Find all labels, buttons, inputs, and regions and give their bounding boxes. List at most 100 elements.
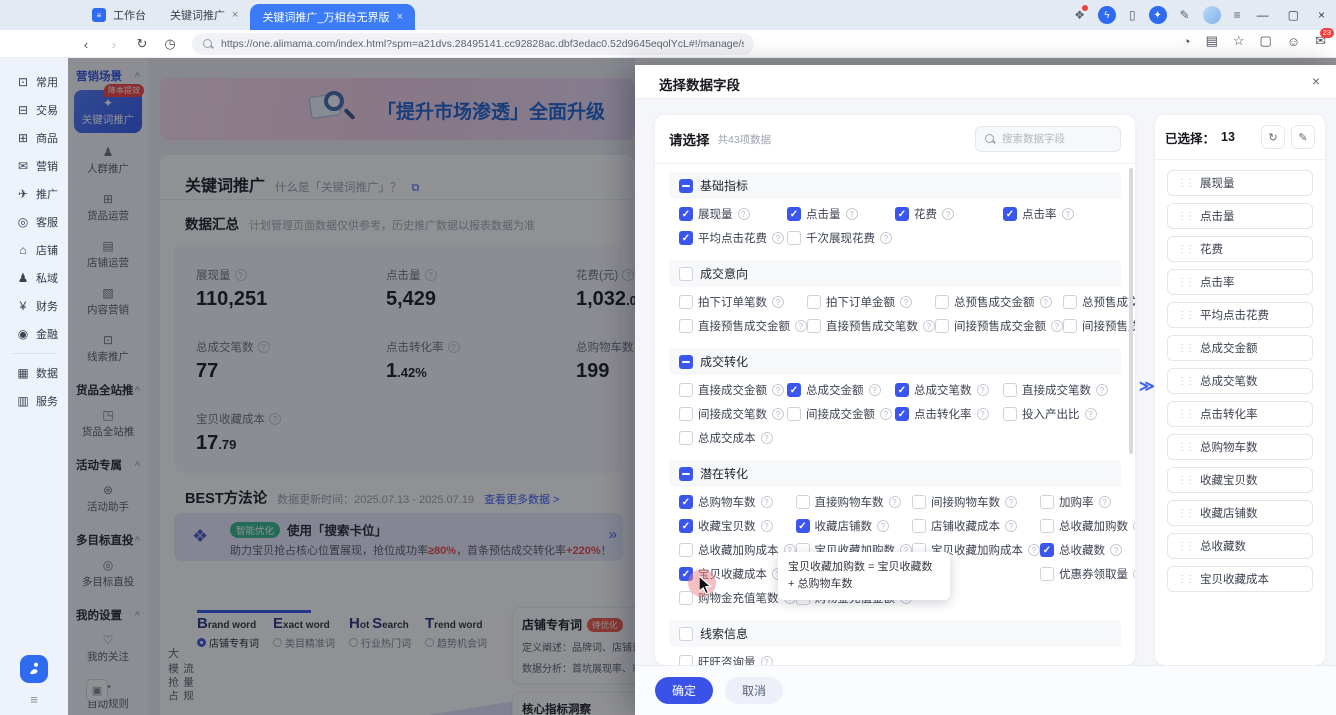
field-item-总购物车数[interactable]: 总购物车数? bbox=[679, 490, 796, 514]
field-item-间接成交笔数[interactable]: 间接成交笔数? bbox=[679, 402, 787, 426]
browser-tab[interactable]: 关键词推广× bbox=[158, 0, 250, 30]
history-icon[interactable]: ◷ bbox=[158, 32, 182, 56]
section-header-成交意向[interactable]: 成交意向 bbox=[669, 260, 1121, 287]
rail-item-营销[interactable]: ✉营销 bbox=[0, 152, 68, 180]
info-icon[interactable]: ? bbox=[846, 208, 858, 220]
close-icon[interactable]: × bbox=[1312, 73, 1320, 89]
field-checkbox[interactable] bbox=[1040, 519, 1054, 533]
field-item-总成交金额[interactable]: 总成交金额? bbox=[787, 378, 895, 402]
minimize-button[interactable]: — bbox=[1254, 8, 1272, 22]
info-icon[interactable]: ? bbox=[795, 320, 807, 332]
field-item-千次展现花费[interactable]: 千次展现花费? bbox=[787, 226, 895, 250]
field-item-直接预售成交金额[interactable]: 直接预售成交金额? bbox=[679, 314, 807, 338]
field-checkbox[interactable] bbox=[912, 495, 926, 509]
bookmark-star-icon[interactable]: ☆ bbox=[1233, 33, 1245, 49]
selected-chip-收藏宝贝数[interactable]: ⋮⋮收藏宝贝数 bbox=[1167, 467, 1313, 493]
info-icon[interactable]: ? bbox=[977, 384, 989, 396]
forward-button[interactable]: › bbox=[102, 32, 126, 56]
info-icon[interactable]: ? bbox=[761, 496, 773, 508]
section-checkbox[interactable] bbox=[679, 627, 693, 641]
scrollbar-thumb[interactable] bbox=[1129, 168, 1133, 454]
field-item-间接预售成交笔数[interactable]: 间接预售成交笔数? bbox=[1063, 314, 1135, 338]
field-item-间接成交金额[interactable]: 间接成交金额? bbox=[787, 402, 895, 426]
rail-item-金融[interactable]: ◉金融 bbox=[0, 320, 68, 348]
rail-item-店铺[interactable]: ⌂店铺 bbox=[0, 236, 68, 264]
info-icon[interactable]: ? bbox=[1110, 544, 1122, 556]
field-item-拍下订单笔数[interactable]: 拍下订单笔数? bbox=[679, 290, 807, 314]
field-checkbox[interactable] bbox=[679, 295, 693, 309]
rail-item-数据[interactable]: ▦数据 bbox=[0, 359, 68, 387]
info-icon[interactable]: ? bbox=[1051, 320, 1063, 332]
phone-icon[interactable]: ▯ bbox=[1129, 8, 1136, 22]
field-checkbox[interactable] bbox=[796, 519, 810, 533]
drag-handle-icon[interactable]: ⋮⋮ bbox=[1177, 475, 1193, 486]
drag-handle-icon[interactable]: ⋮⋮ bbox=[1177, 244, 1193, 255]
info-icon[interactable]: ? bbox=[1133, 568, 1135, 580]
selected-chip-点击转化率[interactable]: ⋮⋮点击转化率 bbox=[1167, 401, 1313, 427]
drag-handle-icon[interactable]: ⋮⋮ bbox=[1177, 442, 1193, 453]
selected-chip-平均点击花费[interactable]: ⋮⋮平均点击花费 bbox=[1167, 302, 1313, 328]
field-item-花费[interactable]: 花费? bbox=[895, 202, 1003, 226]
section-checkbox[interactable] bbox=[679, 467, 693, 481]
drag-handle-icon[interactable]: ⋮⋮ bbox=[1177, 178, 1193, 189]
info-icon[interactable]: ? bbox=[1096, 384, 1108, 396]
section-checkbox[interactable] bbox=[679, 179, 693, 193]
info-icon[interactable]: ? bbox=[761, 432, 773, 444]
info-icon[interactable]: ? bbox=[772, 384, 784, 396]
info-icon[interactable]: ? bbox=[761, 520, 773, 532]
reset-selection-icon[interactable]: ↻ bbox=[1261, 125, 1285, 149]
section-header-基础指标[interactable]: 基础指标 bbox=[669, 172, 1121, 199]
field-item-投入产出比[interactable]: 投入产出比? bbox=[1003, 402, 1111, 426]
info-icon[interactable]: ? bbox=[1040, 296, 1052, 308]
field-search-box[interactable] bbox=[975, 126, 1121, 152]
info-icon[interactable]: ? bbox=[738, 208, 750, 220]
field-checkbox[interactable] bbox=[1040, 567, 1054, 581]
cancel-button[interactable]: 取消 bbox=[725, 677, 783, 704]
confirm-button[interactable]: 确定 bbox=[655, 677, 713, 704]
field-checkbox[interactable] bbox=[679, 495, 693, 509]
assistant-bubble-icon[interactable] bbox=[20, 655, 48, 683]
selected-chip-总成交金额[interactable]: ⋮⋮总成交金额 bbox=[1167, 335, 1313, 361]
info-icon[interactable]: ? bbox=[923, 320, 935, 332]
close-window-button[interactable]: × bbox=[1315, 8, 1328, 22]
field-checkbox[interactable] bbox=[796, 495, 810, 509]
field-item-总预售成交笔数[interactable]: 总预售成交笔数? bbox=[1063, 290, 1135, 314]
info-icon[interactable]: ? bbox=[869, 384, 881, 396]
field-item-加购率[interactable]: 加购率? bbox=[1040, 490, 1135, 514]
field-item-收藏店铺数[interactable]: 收藏店铺数? bbox=[796, 514, 913, 538]
browser-menu-icon[interactable]: ≡ bbox=[1234, 8, 1241, 22]
rail-item-交易[interactable]: ⊟交易 bbox=[0, 96, 68, 124]
field-item-旺旺咨询量[interactable]: 旺旺咨询量? bbox=[679, 650, 787, 666]
drag-handle-icon[interactable]: ⋮⋮ bbox=[1177, 508, 1193, 519]
browser-tab[interactable]: 关键词推广_万相台无界版× bbox=[250, 4, 415, 30]
field-item-点击量[interactable]: 点击量? bbox=[787, 202, 895, 226]
selected-chip-收藏店铺数[interactable]: ⋮⋮收藏店铺数 bbox=[1167, 500, 1313, 526]
drag-handle-icon[interactable]: ⋮⋮ bbox=[1177, 541, 1193, 552]
field-checkbox[interactable] bbox=[679, 543, 693, 557]
info-icon[interactable]: ? bbox=[977, 408, 989, 420]
rail-item-服务[interactable]: ▥服务 bbox=[0, 387, 68, 415]
clear-all-icon[interactable]: ✎ bbox=[1291, 125, 1315, 149]
section-header-线索信息[interactable]: 线索信息 bbox=[669, 620, 1121, 647]
rail-item-商品[interactable]: ⊞商品 bbox=[0, 124, 68, 152]
info-icon[interactable]: ? bbox=[772, 408, 784, 420]
section-header-成交转化[interactable]: 成交转化 bbox=[669, 348, 1121, 375]
back-button[interactable]: ‹ bbox=[74, 32, 98, 56]
field-item-直接成交笔数[interactable]: 直接成交笔数? bbox=[1003, 378, 1111, 402]
info-icon[interactable]: ? bbox=[1085, 408, 1097, 420]
field-item-拍下订单金额[interactable]: 拍下订单金额? bbox=[807, 290, 935, 314]
info-icon[interactable]: ? bbox=[942, 208, 954, 220]
field-search-input[interactable] bbox=[1002, 133, 1137, 145]
field-checkbox[interactable] bbox=[679, 407, 693, 421]
reload-button[interactable]: ↻ bbox=[130, 32, 154, 56]
field-item-优惠券领取量[interactable]: 优惠券领取量? bbox=[1040, 562, 1135, 586]
info-icon[interactable]: ? bbox=[1099, 496, 1111, 508]
drag-handle-icon[interactable]: ⋮⋮ bbox=[1177, 376, 1193, 387]
tab-close-icon[interactable]: × bbox=[397, 11, 403, 23]
section-header-潜在转化[interactable]: 潜在转化 bbox=[669, 460, 1121, 487]
browser-extension-icon[interactable]: ✦ bbox=[1149, 6, 1167, 24]
info-icon[interactable]: ? bbox=[1005, 496, 1017, 508]
selected-chip-总购物车数[interactable]: ⋮⋮总购物车数 bbox=[1167, 434, 1313, 460]
field-item-点击率[interactable]: 点击率? bbox=[1003, 202, 1111, 226]
info-icon[interactable]: ? bbox=[877, 520, 889, 532]
